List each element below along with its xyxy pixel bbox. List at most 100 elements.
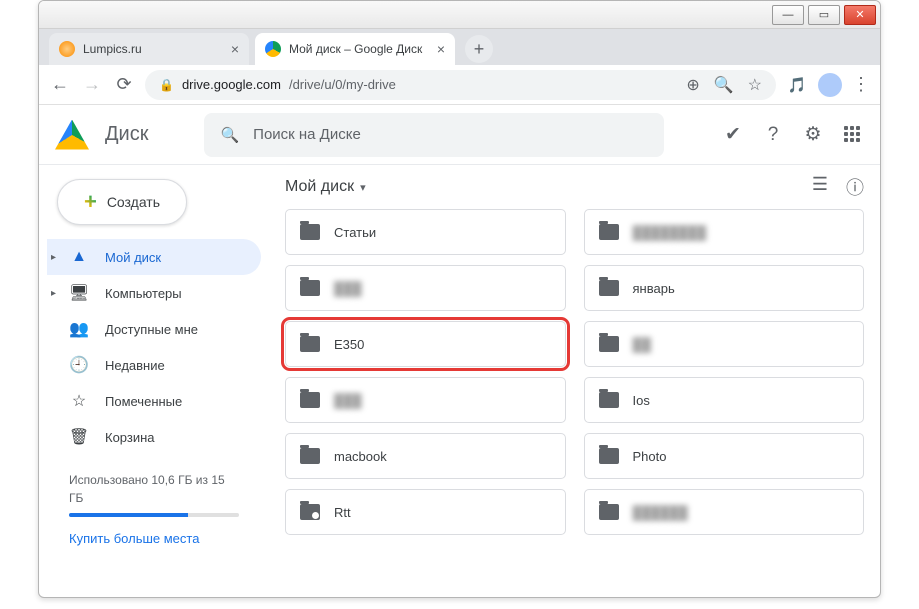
folder-icon [599,392,619,408]
folder-name: ███ [334,393,362,408]
search-placeholder: Поиск на Диске [253,126,361,143]
shared-icon: 👥 [69,319,89,339]
folder-name: E350 [334,337,364,352]
buy-more-storage-link[interactable]: Купить больше места [69,531,239,546]
storage-fill [69,513,188,517]
drive-icon: ▲ [69,248,89,266]
storage-text: Использовано 10,6 ГБ из 15 ГБ [69,473,225,505]
starred-icon: ☆ [69,391,89,411]
sidebar-item-recent[interactable]: 🕘 Недавние [47,347,261,383]
details-info-icon[interactable]: ⓘ [846,174,864,200]
sidebar-item-my-drive[interactable]: ▸ ▲ Мой диск [47,239,261,275]
chevron-right-icon[interactable]: ▸ [51,288,56,299]
sidebar-item-label: Мой диск [105,250,161,265]
tab-close-icon[interactable]: × [437,41,445,57]
main-area: + Создать ▸ ▲ Мой диск ▸ 🖥 Компьютеры 👥 … [39,165,880,597]
window-minimize-button[interactable]: — [772,5,804,25]
folder-tile[interactable]: январь [584,265,865,311]
bookmark-star-icon[interactable]: ☆ [748,75,762,95]
list-view-icon[interactable]: ☰ [812,174,828,200]
install-icon[interactable]: ⊕ [686,75,699,95]
content-area: Мой диск ▾ ☰ ⓘ Статьи███████████январьE3… [269,165,880,597]
folder-icon [300,336,320,352]
address-bar[interactable]: 🔒 drive.google.com/drive/u/0/my-drive ⊕ … [145,70,776,100]
folder-icon [599,504,619,520]
storage-bar [69,513,239,517]
drive-header: Диск 🔍 Поиск на Диске ✔ ? ⚙ [39,105,880,165]
browser-toolbar: ← → ⟳ 🔒 drive.google.com/drive/u/0/my-dr… [39,65,880,105]
reload-button[interactable]: ⟳ [113,74,135,96]
folder-tile[interactable]: Photo [584,433,865,479]
folder-name: ████████ [633,225,707,240]
sidebar-item-label: Доступные мне [105,322,198,337]
url-path: /drive/u/0/my-drive [289,77,396,92]
help-icon[interactable]: ? [762,124,784,146]
new-tab-button[interactable]: + [465,35,493,63]
browser-tab-lumpics[interactable]: Lumpics.ru × [49,33,249,65]
breadcrumb-row: Мой диск ▾ ☰ ⓘ [269,165,880,209]
folder-name: ██████ [633,505,688,520]
folder-tile[interactable]: Ios [584,377,865,423]
folder-icon [599,224,619,240]
shared-folder-icon [300,504,320,520]
sidebar-item-label: Недавние [105,358,165,373]
folder-name: Ios [633,393,650,408]
settings-gear-icon[interactable]: ⚙ [802,124,824,146]
folder-tile[interactable]: ██ [584,321,865,367]
profile-avatar[interactable] [818,73,842,97]
create-label: Создать [107,194,160,210]
window-maximize-button[interactable]: ▭ [808,5,840,25]
window-titlebar: — ▭ ✕ [39,1,880,29]
folder-icon [599,280,619,296]
url-host: drive.google.com [182,77,281,92]
storage-summary: Использовано 10,6 ГБ из 15 ГБ [69,471,239,517]
favicon-orange-icon [59,41,75,57]
folder-name: Photo [633,449,667,464]
sidebar-item-starred[interactable]: ☆ Помеченные [47,383,261,419]
trash-icon: 🗑 [69,427,89,447]
folder-tile[interactable]: macbook [285,433,566,479]
google-apps-icon[interactable] [842,124,864,146]
folder-icon [300,280,320,296]
sidebar-item-shared[interactable]: 👥 Доступные мне [47,311,261,347]
sidebar-item-label: Компьютеры [105,286,182,301]
folder-tile[interactable]: ███ [285,265,566,311]
chevron-right-icon[interactable]: ▸ [51,252,56,263]
folder-tile[interactable]: Статьи [285,209,566,255]
folder-icon [300,448,320,464]
media-control-icon[interactable]: 🎵 [786,74,808,96]
google-drive-logo-icon [55,120,89,150]
tab-title: Мой диск – Google Диск [289,42,422,56]
back-button[interactable]: ← [49,74,71,96]
sidebar-item-computers[interactable]: ▸ 🖥 Компьютеры [47,275,261,311]
window-close-button[interactable]: ✕ [844,5,876,25]
sidebar-item-label: Помеченные [105,394,182,409]
search-input[interactable]: 🔍 Поиск на Диске [204,113,664,157]
zoom-icon[interactable]: 🔍 [714,75,734,95]
folder-tile[interactable]: E350 [285,321,566,367]
folder-tile[interactable]: ██████ [584,489,865,535]
forward-button[interactable]: → [81,74,103,96]
computers-icon: 🖥 [69,283,89,303]
tab-close-icon[interactable]: × [231,41,239,57]
folder-tile[interactable]: Rtt [285,489,566,535]
browser-menu-button[interactable]: ⋮ [852,74,870,95]
folder-icon [300,224,320,240]
create-button[interactable]: + Создать [57,179,187,225]
chevron-down-icon: ▾ [360,181,366,194]
product-name: Диск [105,123,148,146]
sidebar-item-trash[interactable]: 🗑 Корзина [47,419,261,455]
folder-icon [599,336,619,352]
search-icon: 🔍 [220,126,239,144]
folder-icon [599,448,619,464]
app-window: — ▭ ✕ Lumpics.ru × Мой диск – Google Дис… [38,0,881,598]
breadcrumb-label: Мой диск [285,178,354,196]
folder-tile[interactable]: ███ [285,377,566,423]
folder-name: macbook [334,449,387,464]
browser-tab-drive[interactable]: Мой диск – Google Диск × [255,33,455,65]
breadcrumb[interactable]: Мой диск ▾ [285,178,366,196]
folder-name: январь [633,281,675,296]
folder-tile[interactable]: ████████ [584,209,865,255]
plus-icon: + [84,189,97,215]
ready-offline-icon[interactable]: ✔ [722,124,744,146]
